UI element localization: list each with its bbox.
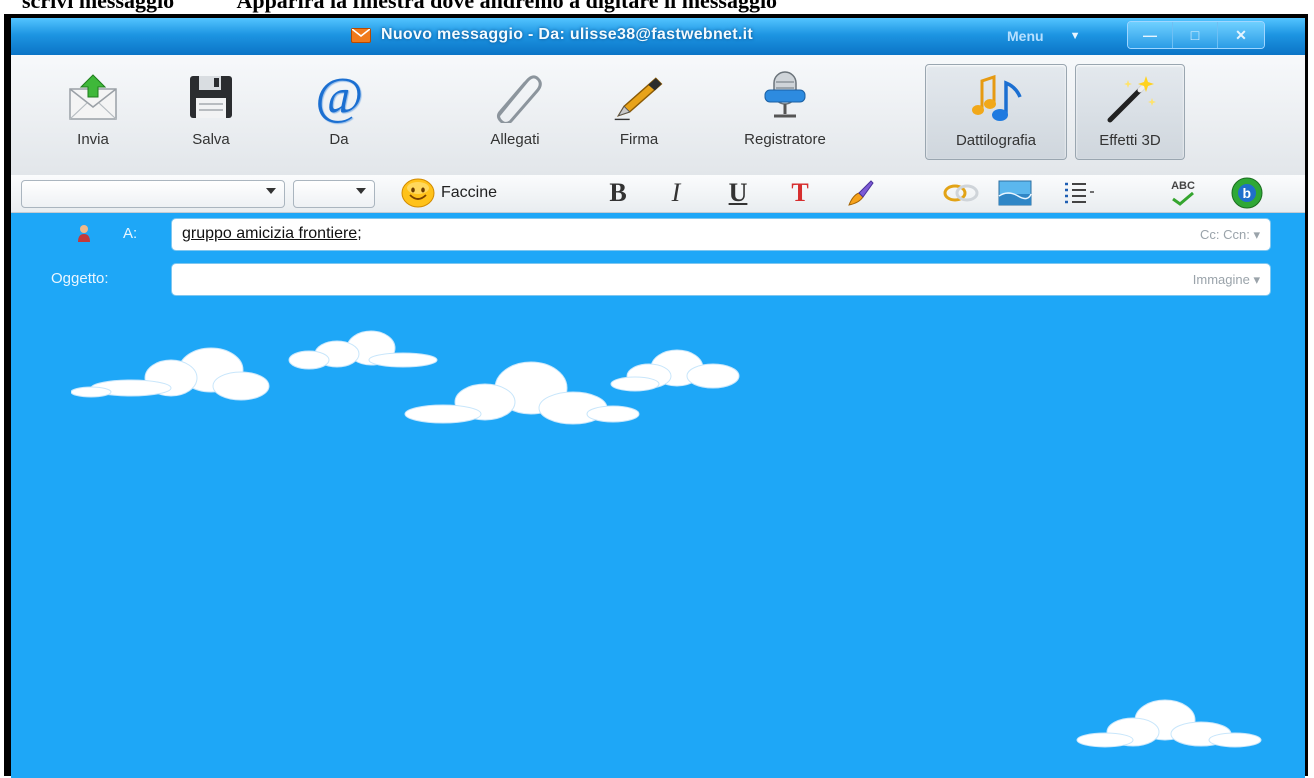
- image-dropdown[interactable]: Immagine ▾: [1193, 272, 1260, 288]
- effects-label: Effetti 3D: [1099, 132, 1161, 149]
- envelope-icon: [351, 27, 371, 43]
- to-separator: ;: [357, 225, 362, 242]
- emoticons-button[interactable]: Faccine: [401, 178, 551, 208]
- text-color-button[interactable]: T: [785, 178, 815, 208]
- at-sign-icon: @: [315, 68, 363, 125]
- caption-strip: scrivi messaggio Apparirà la finestra do…: [0, 0, 1314, 14]
- attachments-button[interactable]: Allegati: [477, 69, 553, 159]
- recorder-button[interactable]: Registratore: [717, 69, 853, 159]
- italic-button[interactable]: I: [663, 178, 689, 208]
- italic-icon: I: [671, 178, 681, 207]
- message-body[interactable]: [11, 308, 1305, 778]
- magic-wand-icon: [1102, 70, 1158, 126]
- spellcheck-label: ABC: [1171, 179, 1195, 192]
- title-bar[interactable]: Nuovo messaggio - Da: ulisse38@fastwebne…: [11, 18, 1305, 55]
- paperclip-icon: [487, 69, 543, 125]
- typing-toggle[interactable]: Dattilografia: [925, 64, 1067, 160]
- typing-label: Dattilografia: [955, 132, 1037, 149]
- save-label: Salva: [192, 131, 230, 148]
- pen-icon: [611, 69, 667, 125]
- window-controls: — □ ✕: [1127, 21, 1265, 49]
- microphone-icon: [757, 69, 813, 125]
- contacts-icon[interactable]: [77, 224, 91, 242]
- to-field[interactable]: gruppo amicizia frontiere; Cc: Ccn: ▾: [171, 218, 1271, 251]
- music-notes-icon: [968, 70, 1024, 126]
- from-button[interactable]: @ Da: [309, 69, 369, 159]
- to-value: gruppo amicizia frontiere;: [182, 225, 362, 243]
- link-button[interactable]: [941, 178, 981, 208]
- svg-text:b: b: [1243, 185, 1252, 201]
- close-button[interactable]: ✕: [1218, 22, 1264, 48]
- caption-left: scrivi messaggio: [22, 0, 175, 13]
- send-label: Invia: [77, 131, 109, 148]
- main-toolbar: Invia Salva @ Da Allegati Firma Registra…: [11, 55, 1305, 176]
- highlight-button[interactable]: [843, 178, 877, 208]
- maximize-button[interactable]: □: [1173, 22, 1218, 48]
- effects-toggle[interactable]: Effetti 3D: [1075, 64, 1185, 160]
- globe-b-icon: b: [1231, 177, 1263, 209]
- smiley-icon: [401, 178, 435, 208]
- signature-button[interactable]: Firma: [609, 69, 669, 159]
- save-button[interactable]: Salva: [181, 69, 241, 159]
- cloud-decoration: [71, 347, 270, 401]
- underline-icon: U: [728, 178, 748, 207]
- to-label: A:: [123, 225, 138, 242]
- emoticons-label: Faccine: [441, 184, 498, 201]
- to-recipient[interactable]: gruppo amicizia frontiere: [182, 225, 357, 242]
- send-button[interactable]: Invia: [63, 69, 123, 159]
- list-icon: [1065, 182, 1094, 204]
- font-size-select[interactable]: [293, 180, 375, 208]
- picture-icon: [998, 180, 1032, 206]
- menu-dropdown[interactable]: Menu ▼: [1007, 28, 1080, 44]
- minimize-button[interactable]: —: [1128, 22, 1173, 48]
- caption-text: scrivi messaggio Apparirà la finestra do…: [22, 0, 835, 14]
- menu-label: Menu: [1007, 28, 1044, 44]
- from-label: Da: [329, 131, 349, 148]
- chevron-down-icon: ▼: [1069, 30, 1081, 42]
- subject-label: Oggetto:: [51, 270, 109, 287]
- bold-icon: B: [609, 178, 627, 207]
- list-button[interactable]: [1059, 178, 1099, 208]
- caption-right: Apparirà la finestra dove andremo a digi…: [236, 0, 778, 13]
- font-family-select[interactable]: [21, 180, 285, 208]
- attachments-label: Allegati: [490, 131, 540, 148]
- typing-content: Dattilografia: [926, 70, 1066, 160]
- signature-label: Firma: [619, 131, 659, 148]
- cloud-decoration: [1076, 699, 1262, 748]
- chevron-down-icon: [266, 188, 276, 194]
- cc-bcc-toggle[interactable]: Cc: Ccn: ▾: [1200, 227, 1260, 243]
- format-bar: Faccine B I U T ABC b: [11, 175, 1305, 213]
- effects-content: Effetti 3D: [1076, 70, 1184, 160]
- subject-field[interactable]: Immagine ▾: [171, 263, 1271, 296]
- chevron-down-icon: [356, 188, 366, 194]
- translate-button[interactable]: b: [1227, 177, 1267, 209]
- bold-button[interactable]: B: [603, 178, 633, 208]
- cloud-decoration: [610, 349, 740, 392]
- envelope-arrow-icon: [65, 69, 121, 125]
- window-title: Nuovo messaggio - Da: ulisse38@fastwebne…: [381, 26, 753, 43]
- paintbrush-icon: [848, 180, 874, 206]
- spellcheck-button[interactable]: ABC: [1163, 178, 1203, 208]
- insert-image-button[interactable]: [995, 178, 1035, 208]
- chain-link-icon: [943, 184, 979, 202]
- floppy-disk-icon: [183, 69, 239, 125]
- compose-window: Nuovo messaggio - Da: ulisse38@fastwebne…: [11, 18, 1305, 778]
- text-color-icon: T: [791, 178, 809, 207]
- recorder-label: Registratore: [744, 131, 826, 148]
- title-group: Nuovo messaggio - Da: ulisse38@fastwebne…: [351, 26, 753, 44]
- checkmark-icon: [1172, 191, 1194, 206]
- underline-button[interactable]: U: [723, 178, 753, 208]
